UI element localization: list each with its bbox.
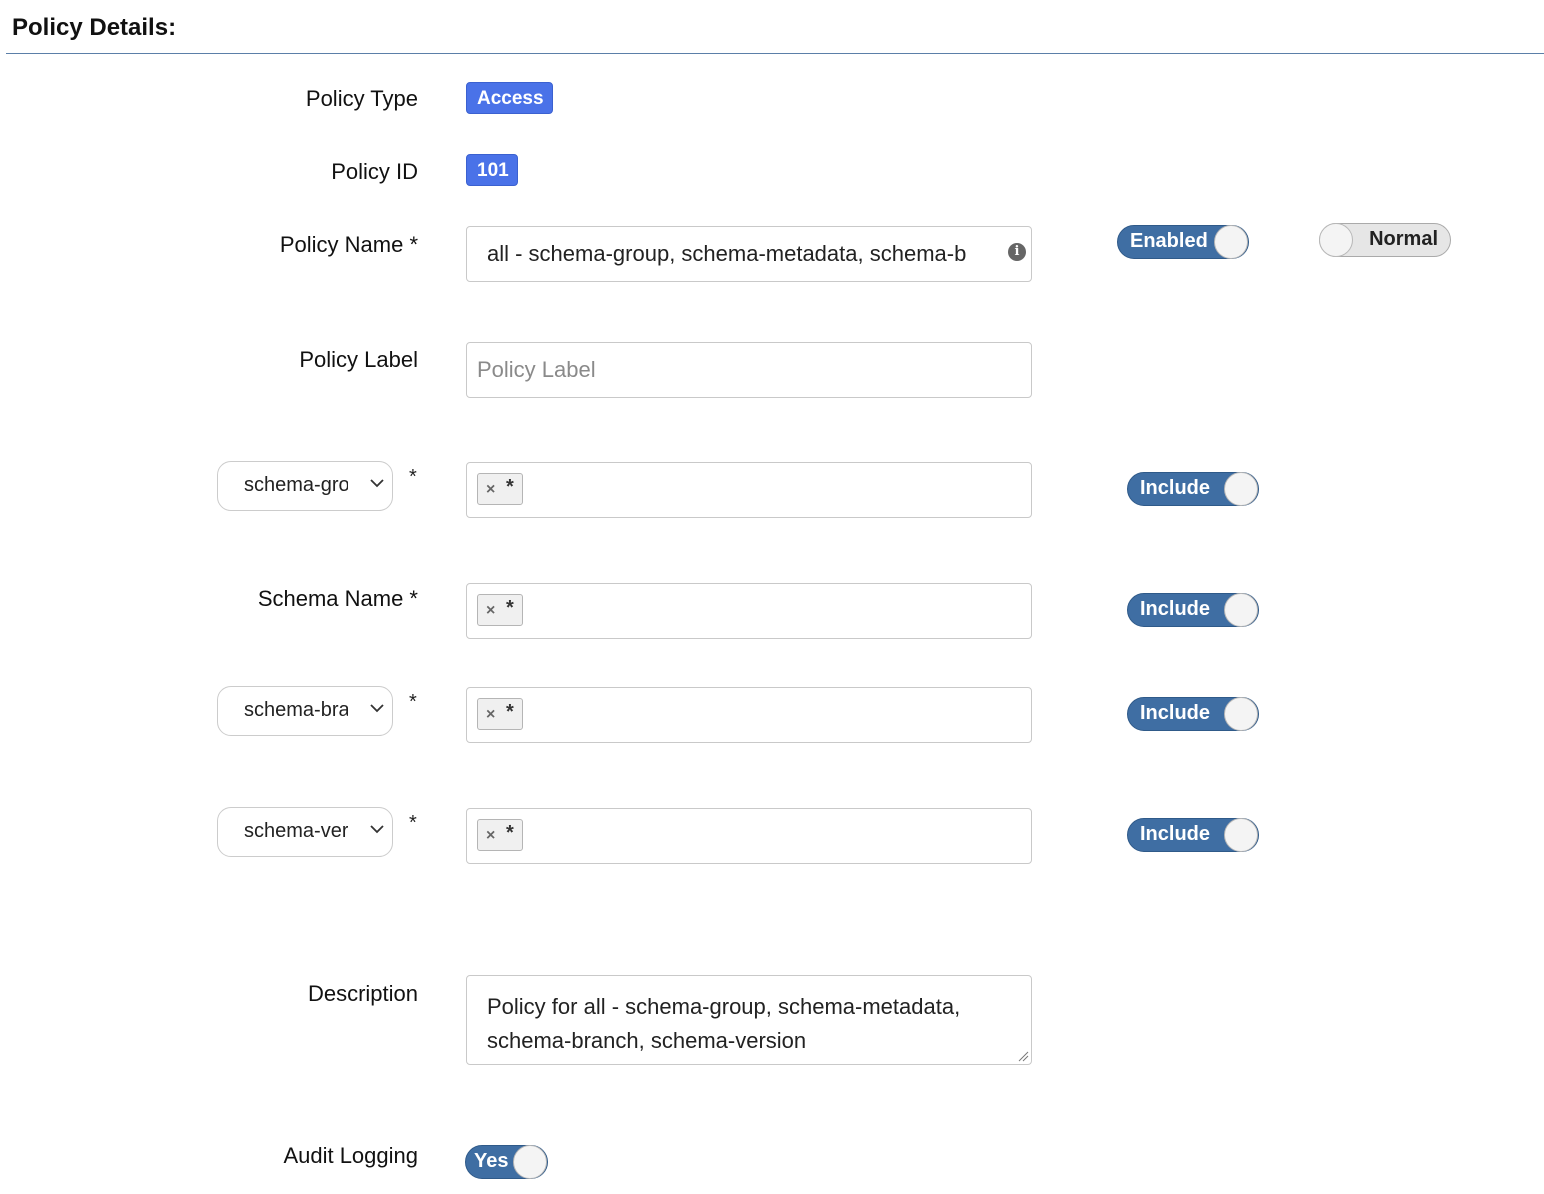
chevron-down-icon <box>370 479 384 488</box>
toggle-knob <box>1224 697 1258 731</box>
toggle-knob <box>1224 472 1258 506</box>
schema-group-values-input[interactable]: × * <box>466 462 1032 518</box>
audit-logging-toggle-label: Yes <box>474 1150 509 1172</box>
audit-logging-label: Audit Logging <box>283 1143 418 1168</box>
info-icon[interactable]: i <box>1008 243 1026 261</box>
resource-type-select-schema-group[interactable]: schema-group <box>217 461 393 511</box>
resize-handle-icon[interactable] <box>1017 1050 1029 1062</box>
include-toggle-label: Include <box>1140 598 1211 620</box>
chevron-down-icon <box>370 825 384 834</box>
required-marker: * <box>409 466 417 488</box>
chevron-down-icon <box>370 704 384 713</box>
schema-version-include-toggle[interactable]: Include <box>1127 818 1259 852</box>
include-toggle-label: Include <box>1140 477 1211 499</box>
remove-tag-icon[interactable]: × <box>486 596 495 626</box>
schema-name-include-toggle[interactable]: Include <box>1127 593 1259 627</box>
toggle-knob <box>1319 223 1353 257</box>
toggle-knob <box>1224 593 1258 627</box>
required-marker: * <box>409 812 417 834</box>
value-tag: × * <box>477 473 523 505</box>
remove-tag-icon[interactable]: × <box>486 821 495 851</box>
resource-type-select-schema-branch[interactable]: schema-branch <box>217 686 393 736</box>
required-marker: * <box>409 691 417 713</box>
tag-value: * <box>506 701 514 723</box>
policy-id-badge: 101 <box>466 154 518 186</box>
schema-branch-values-input[interactable]: × * <box>466 687 1032 743</box>
schema-group-include-toggle[interactable]: Include <box>1127 472 1259 506</box>
value-tag: × * <box>477 698 523 730</box>
tag-value: * <box>506 822 514 844</box>
schema-name-label: Schema Name * <box>257 586 418 611</box>
policy-label-label: Policy Label <box>299 347 418 372</box>
description-label: Description <box>307 981 418 1006</box>
include-toggle-label: Include <box>1140 702 1211 724</box>
tag-value: * <box>506 597 514 619</box>
toggle-knob <box>1214 225 1248 259</box>
value-tag: × * <box>477 594 523 626</box>
policy-label-input[interactable] <box>466 342 1032 398</box>
audit-logging-toggle[interactable]: Yes <box>465 1145 548 1179</box>
schema-name-values-input[interactable]: × * <box>466 583 1032 639</box>
policy-priority-toggle-label: Normal <box>1369 228 1438 250</box>
toggle-knob <box>513 1145 547 1179</box>
policy-priority-toggle[interactable]: Normal <box>1319 223 1451 257</box>
toggle-knob <box>1224 818 1258 852</box>
policy-enabled-toggle-label: Enabled <box>1130 230 1208 252</box>
schema-branch-include-toggle[interactable]: Include <box>1127 697 1259 731</box>
tag-value: * <box>506 476 514 498</box>
policy-type-label: Policy Type <box>305 86 418 111</box>
section-title: Policy Details: <box>12 14 177 41</box>
resource-type-select-value: schema-version <box>244 820 348 842</box>
include-toggle-label: Include <box>1140 823 1211 845</box>
remove-tag-icon[interactable]: × <box>486 475 495 505</box>
remove-tag-icon[interactable]: × <box>486 700 495 730</box>
section-divider <box>6 53 1544 54</box>
policy-id-label: Policy ID <box>331 159 418 184</box>
value-tag: × * <box>477 819 523 851</box>
schema-version-values-input[interactable]: × * <box>466 808 1032 864</box>
policy-type-badge: Access <box>466 82 553 114</box>
policy-enabled-toggle[interactable]: Enabled <box>1117 225 1249 259</box>
description-text: Policy for all - schema-group, schema-me… <box>487 994 961 1053</box>
resource-type-select-schema-version[interactable]: schema-version <box>217 807 393 857</box>
policy-name-input[interactable] <box>466 226 1032 282</box>
resource-type-select-value: schema-branch <box>244 699 348 721</box>
description-textarea[interactable]: Policy for all - schema-group, schema-me… <box>466 975 1032 1065</box>
policy-name-label: Policy Name * <box>279 232 418 257</box>
resource-type-select-value: schema-group <box>244 474 348 496</box>
